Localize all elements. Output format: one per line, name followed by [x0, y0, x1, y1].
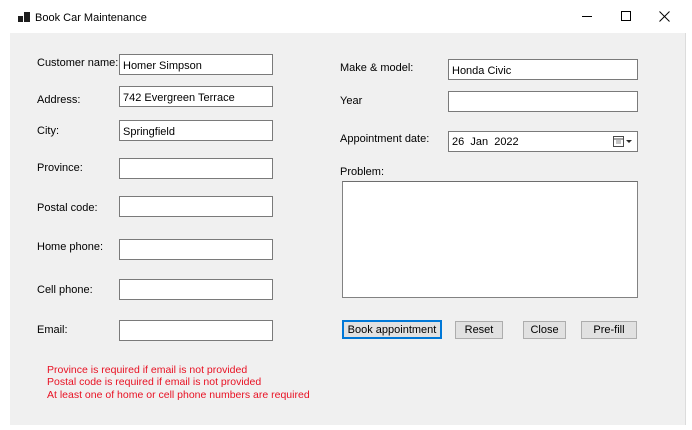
close-icon	[658, 11, 670, 22]
problem-textarea[interactable]	[342, 181, 638, 298]
book-appointment-button[interactable]: Book appointment	[342, 320, 442, 339]
close-window-button[interactable]	[644, 0, 684, 33]
address-field[interactable]	[119, 86, 273, 107]
customer-name-label: Customer name:	[37, 57, 119, 69]
cell-phone-field[interactable]	[119, 279, 273, 300]
title-bar[interactable]: Book Car Maintenance	[0, 0, 692, 33]
customer-name-field[interactable]	[119, 54, 273, 75]
postal-code-label: Postal code:	[37, 202, 98, 214]
error-postal-code: Postal code is required if email is not …	[47, 376, 262, 388]
error-phone: At least one of home or cell phone numbe…	[47, 389, 310, 401]
app-icon	[18, 12, 30, 22]
email-field[interactable]	[119, 320, 273, 341]
close-button[interactable]: Close	[523, 321, 566, 339]
maximize-icon	[620, 11, 631, 21]
email-label: Email:	[37, 324, 68, 336]
province-field[interactable]	[119, 158, 273, 179]
city-field[interactable]	[119, 120, 273, 141]
make-model-label: Make & model:	[340, 62, 414, 74]
city-label: City:	[37, 125, 59, 137]
year-field[interactable]	[448, 91, 638, 112]
postal-code-field[interactable]	[119, 196, 273, 217]
problem-label: Problem:	[340, 166, 385, 178]
address-label: Address:	[37, 94, 81, 106]
minimize-icon	[581, 16, 592, 17]
appointment-date-value: 26 Jan 2022	[452, 136, 519, 148]
home-phone-field[interactable]	[119, 239, 273, 260]
minimize-button[interactable]	[567, 0, 607, 33]
window-right-border	[685, 33, 686, 425]
maximize-button[interactable]	[606, 0, 646, 33]
appointment-date-picker[interactable]: 26 Jan 2022	[448, 131, 638, 152]
window-title: Book Car Maintenance	[35, 12, 147, 24]
year-label: Year	[340, 95, 363, 107]
province-label: Province:	[37, 162, 83, 174]
error-province: Province is required if email is not pro…	[47, 364, 248, 376]
make-model-field[interactable]	[448, 59, 638, 80]
home-phone-label: Home phone:	[37, 241, 104, 253]
reset-button[interactable]: Reset	[455, 321, 503, 339]
cell-phone-label: Cell phone:	[37, 284, 93, 296]
appointment-date-label: Appointment date:	[340, 133, 430, 145]
prefill-button[interactable]: Pre-fill	[581, 321, 637, 339]
calendar-dropdown-icon[interactable]	[613, 135, 633, 148]
